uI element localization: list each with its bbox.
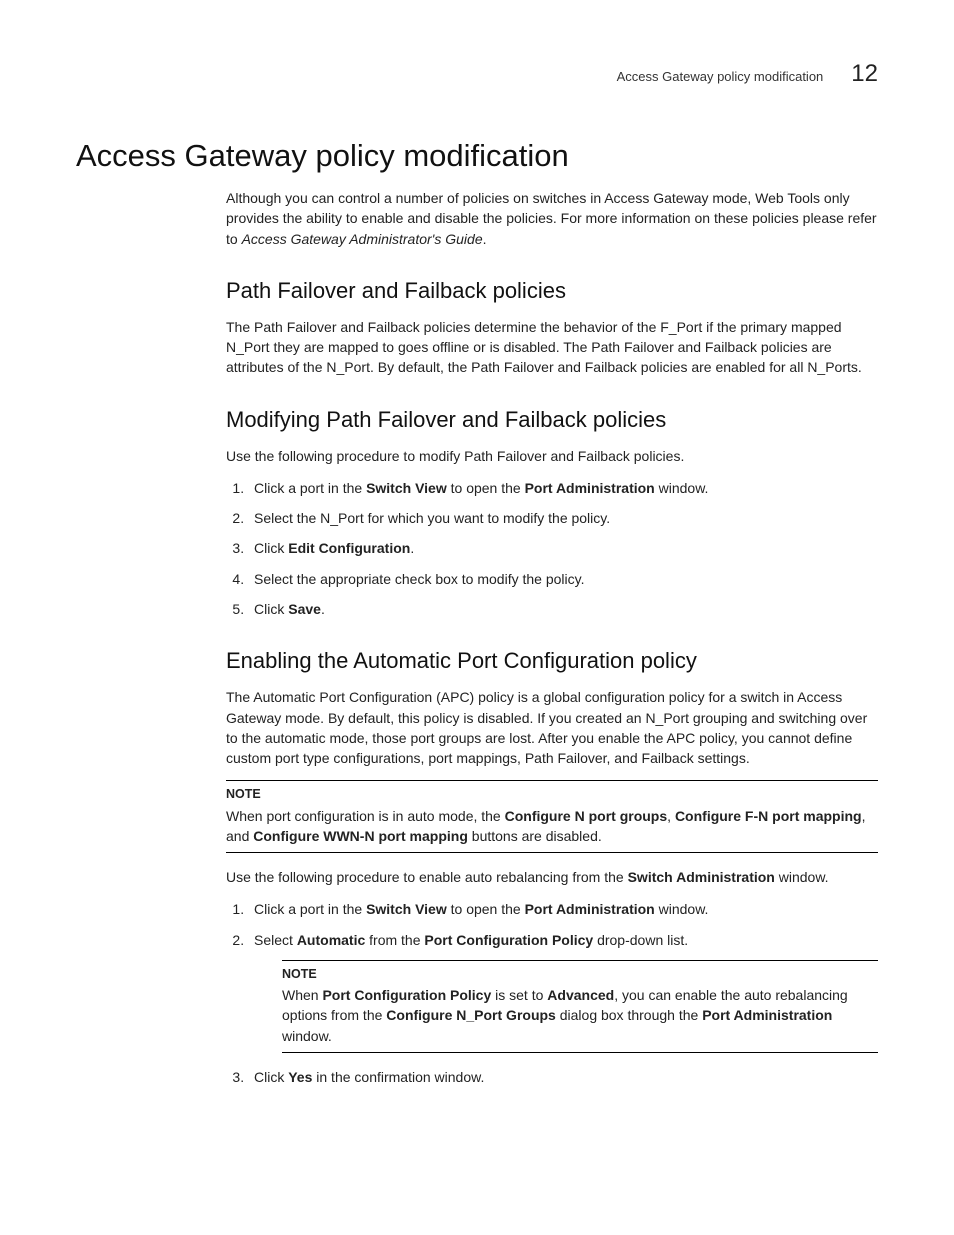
page-title: Access Gateway policy modification bbox=[76, 138, 878, 174]
step-text: window. bbox=[655, 480, 709, 496]
list-item: Select the N_Port for which you want to … bbox=[248, 508, 878, 528]
ui-ref-configure-fn-mapping: Configure F-N port mapping bbox=[675, 808, 862, 824]
sec3-p2: Use the following procedure to enable au… bbox=[226, 867, 878, 887]
ui-ref-automatic: Automatic bbox=[297, 932, 365, 948]
ui-ref-switch-view: Switch View bbox=[366, 480, 447, 496]
step-text: Click bbox=[254, 601, 288, 617]
step-text: window. bbox=[655, 901, 709, 917]
intro-text-b: . bbox=[483, 231, 487, 247]
step-text: Click a port in the bbox=[254, 480, 366, 496]
sec1-paragraph: The Path Failover and Failback policies … bbox=[226, 317, 878, 378]
note-text: window. bbox=[282, 1028, 332, 1044]
note-text: dialog box through the bbox=[556, 1007, 702, 1023]
step-text: . bbox=[321, 601, 325, 617]
step-text: from the bbox=[365, 932, 424, 948]
list-item: Click Edit Configuration. bbox=[248, 538, 878, 558]
note-label: NOTE bbox=[282, 965, 878, 983]
ui-ref-configure-n-port-groups: Configure N port groups bbox=[505, 808, 668, 824]
intro-paragraph: Although you can control a number of pol… bbox=[226, 188, 878, 249]
note-text: is set to bbox=[491, 987, 547, 1003]
step-text: . bbox=[410, 540, 414, 556]
note-label: NOTE bbox=[226, 785, 878, 803]
ui-ref-switch-view: Switch View bbox=[366, 901, 447, 917]
sec2-steps: Click a port in the Switch View to open … bbox=[226, 478, 878, 619]
intro-guide-title: Access Gateway Administrator's Guide bbox=[242, 231, 483, 247]
ui-ref-port-config-policy: Port Configuration Policy bbox=[322, 987, 491, 1003]
sec3-steps: Click a port in the Switch View to open … bbox=[226, 899, 878, 1087]
section-heading-path-failover: Path Failover and Failback policies bbox=[226, 275, 878, 307]
list-item: Click Save. bbox=[248, 599, 878, 619]
note-text: , bbox=[667, 808, 675, 824]
section-heading-enabling-apc: Enabling the Automatic Port Configuratio… bbox=[226, 645, 878, 677]
step-text: Click a port in the bbox=[254, 901, 366, 917]
ui-ref-configure-wwn-n-mapping: Configure WWN-N port mapping bbox=[253, 828, 468, 844]
list-item: Select Automatic from the Port Configura… bbox=[248, 930, 878, 1053]
list-item: Click Yes in the confirmation window. bbox=[248, 1067, 878, 1087]
note-text: buttons are disabled. bbox=[468, 828, 602, 844]
step-text: window. bbox=[775, 869, 829, 885]
note-box: NOTE When port configuration is in auto … bbox=[226, 780, 878, 853]
ui-ref-edit-config: Edit Configuration bbox=[288, 540, 410, 556]
page-body: Although you can control a number of pol… bbox=[226, 188, 878, 1087]
step-text: Click bbox=[254, 540, 288, 556]
sec2-intro: Use the following procedure to modify Pa… bbox=[226, 446, 878, 466]
step-text: Use the following procedure to enable au… bbox=[226, 869, 628, 885]
ui-ref-save: Save bbox=[288, 601, 321, 617]
step-text: in the confirmation window. bbox=[312, 1069, 484, 1085]
running-header: Access Gateway policy modification 12 bbox=[76, 60, 878, 88]
note-text: When bbox=[282, 987, 322, 1003]
step-text: to open the bbox=[447, 480, 525, 496]
chapter-number: 12 bbox=[851, 60, 878, 88]
note-box: NOTE When Port Configuration Policy is s… bbox=[282, 960, 878, 1053]
list-item: Click a port in the Switch View to open … bbox=[248, 899, 878, 919]
ui-ref-advanced: Advanced bbox=[547, 987, 614, 1003]
ui-ref-yes: Yes bbox=[288, 1069, 312, 1085]
section-heading-modifying: Modifying Path Failover and Failback pol… bbox=[226, 404, 878, 436]
ui-ref-port-admin: Port Administration bbox=[525, 901, 655, 917]
ui-ref-switch-admin: Switch Administration bbox=[628, 869, 775, 885]
ui-ref-port-admin: Port Administration bbox=[525, 480, 655, 496]
running-title: Access Gateway policy modification bbox=[617, 69, 824, 84]
ui-ref-port-config-policy: Port Configuration Policy bbox=[424, 932, 593, 948]
step-text: drop-down list. bbox=[593, 932, 688, 948]
step-text: Select bbox=[254, 932, 297, 948]
sec3-paragraph: The Automatic Port Configuration (APC) p… bbox=[226, 687, 878, 768]
step-text: to open the bbox=[447, 901, 525, 917]
document-page: Access Gateway policy modification 12 Ac… bbox=[0, 0, 954, 1137]
note-text: When port configuration is in auto mode,… bbox=[226, 808, 505, 824]
list-item: Select the appropriate check box to modi… bbox=[248, 569, 878, 589]
ui-ref-configure-nport-groups: Configure N_Port Groups bbox=[386, 1007, 556, 1023]
ui-ref-port-admin: Port Administration bbox=[702, 1007, 832, 1023]
list-item: Click a port in the Switch View to open … bbox=[248, 478, 878, 498]
step-text: Click bbox=[254, 1069, 288, 1085]
